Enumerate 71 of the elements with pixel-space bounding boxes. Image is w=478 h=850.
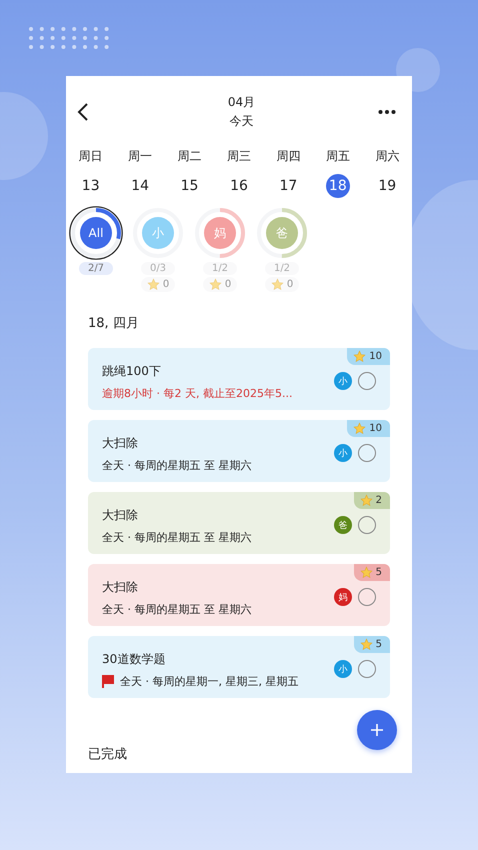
plus-icon xyxy=(370,723,384,737)
task-card[interactable]: 大扫除 全天 · 每周的星期五 至 星期六 妈 5 xyxy=(88,564,390,626)
complete-checkbox[interactable] xyxy=(358,444,376,462)
star-icon xyxy=(146,278,160,291)
task-title: 大扫除 xyxy=(102,507,139,524)
task-card[interactable]: 30道数学题 全天 · 每周的星期一, 星期三, 星期五 小 5 xyxy=(88,636,390,698)
add-button[interactable] xyxy=(357,710,397,750)
star-icon xyxy=(360,566,373,579)
task-schedule: 全天 · 每周的星期五 至 星期六 xyxy=(102,602,252,617)
points-value: 2 xyxy=(376,495,382,506)
progress-count: 2/7 xyxy=(78,262,114,275)
points-value: 10 xyxy=(369,351,382,362)
points-value: 0 xyxy=(224,279,232,290)
progress-count: 1/2 xyxy=(264,262,300,275)
task-card[interactable]: 大扫除 全天 · 每周的星期五 至 星期六 爸 2 xyxy=(88,492,390,554)
progress-count: 0/3 xyxy=(140,262,176,275)
task-schedule: 全天 · 每周的星期一, 星期三, 星期五 xyxy=(120,674,298,689)
task-schedule: 全天 · 每周的星期五 至 星期六 xyxy=(102,530,252,545)
member-avatar: 小 xyxy=(142,217,174,249)
today-label: 今天 xyxy=(230,113,254,130)
star-icon xyxy=(208,278,222,291)
task-title: 30道数学题 xyxy=(102,651,166,668)
more-icon[interactable] xyxy=(378,109,396,115)
star-icon xyxy=(360,494,373,507)
task-card[interactable]: 跳绳100下 逾期8小时 · 每2 天, 截止至2025年5... 小 10 xyxy=(88,348,390,410)
weekday-label: 周二 xyxy=(178,148,202,165)
member-avatar: 爸 xyxy=(266,217,298,249)
task-title: 大扫除 xyxy=(102,435,139,452)
points-value: 5 xyxy=(376,639,382,650)
points-value: 5 xyxy=(376,567,382,578)
weekday-label: 周一 xyxy=(128,148,152,165)
star-icon xyxy=(353,422,366,435)
task-title: 大扫除 xyxy=(102,579,139,596)
assignee-avatar: 小 xyxy=(334,660,352,678)
task-schedule: 全天 · 每周的星期五 至 星期六 xyxy=(102,458,252,473)
member-avatar: 妈 xyxy=(204,217,236,249)
completed-heading: 已完成 xyxy=(87,746,127,763)
date-heading: 18, 四月 xyxy=(87,315,140,332)
date-item[interactable]: 13 xyxy=(78,174,103,198)
weekday-label: 周三 xyxy=(226,148,251,165)
month-title: 04月 xyxy=(228,94,256,111)
weekday-label: 周四 xyxy=(276,148,300,165)
assignee-avatar: 爸 xyxy=(334,516,352,534)
date-item[interactable]: 17 xyxy=(276,174,300,198)
assignee-avatar: 妈 xyxy=(334,588,352,606)
date-item[interactable]: 19 xyxy=(375,174,400,198)
points-value: 0 xyxy=(286,279,294,290)
assignee-avatar: 小 xyxy=(334,372,352,390)
complete-checkbox[interactable] xyxy=(358,372,376,390)
date-item[interactable]: 16 xyxy=(226,174,251,198)
task-card[interactable]: 大扫除 全天 · 每周的星期五 至 星期六 小 10 xyxy=(88,420,390,482)
star-icon xyxy=(360,638,373,651)
progress-count: 1/2 xyxy=(202,262,238,275)
star-icon xyxy=(270,278,284,291)
weekday-label: 周五 xyxy=(326,148,350,165)
task-schedule: 逾期8小时 · 每2 天, 截止至2025年5... xyxy=(102,386,292,401)
back-icon[interactable] xyxy=(77,102,89,122)
complete-checkbox[interactable] xyxy=(358,660,376,678)
member-avatar: All xyxy=(80,217,112,249)
date-item[interactable]: 14 xyxy=(128,174,152,198)
weekday-label: 周六 xyxy=(375,148,400,165)
points-value: 0 xyxy=(162,279,170,290)
assignee-avatar: 小 xyxy=(334,444,352,462)
task-title: 跳绳100下 xyxy=(102,363,162,380)
date-item[interactable]: 18 xyxy=(326,174,350,198)
complete-checkbox[interactable] xyxy=(358,516,376,534)
date-item[interactable]: 15 xyxy=(178,174,202,198)
points-value: 10 xyxy=(369,423,382,434)
star-icon xyxy=(353,350,366,363)
complete-checkbox[interactable] xyxy=(358,588,376,606)
weekday-label: 周日 xyxy=(78,148,103,165)
